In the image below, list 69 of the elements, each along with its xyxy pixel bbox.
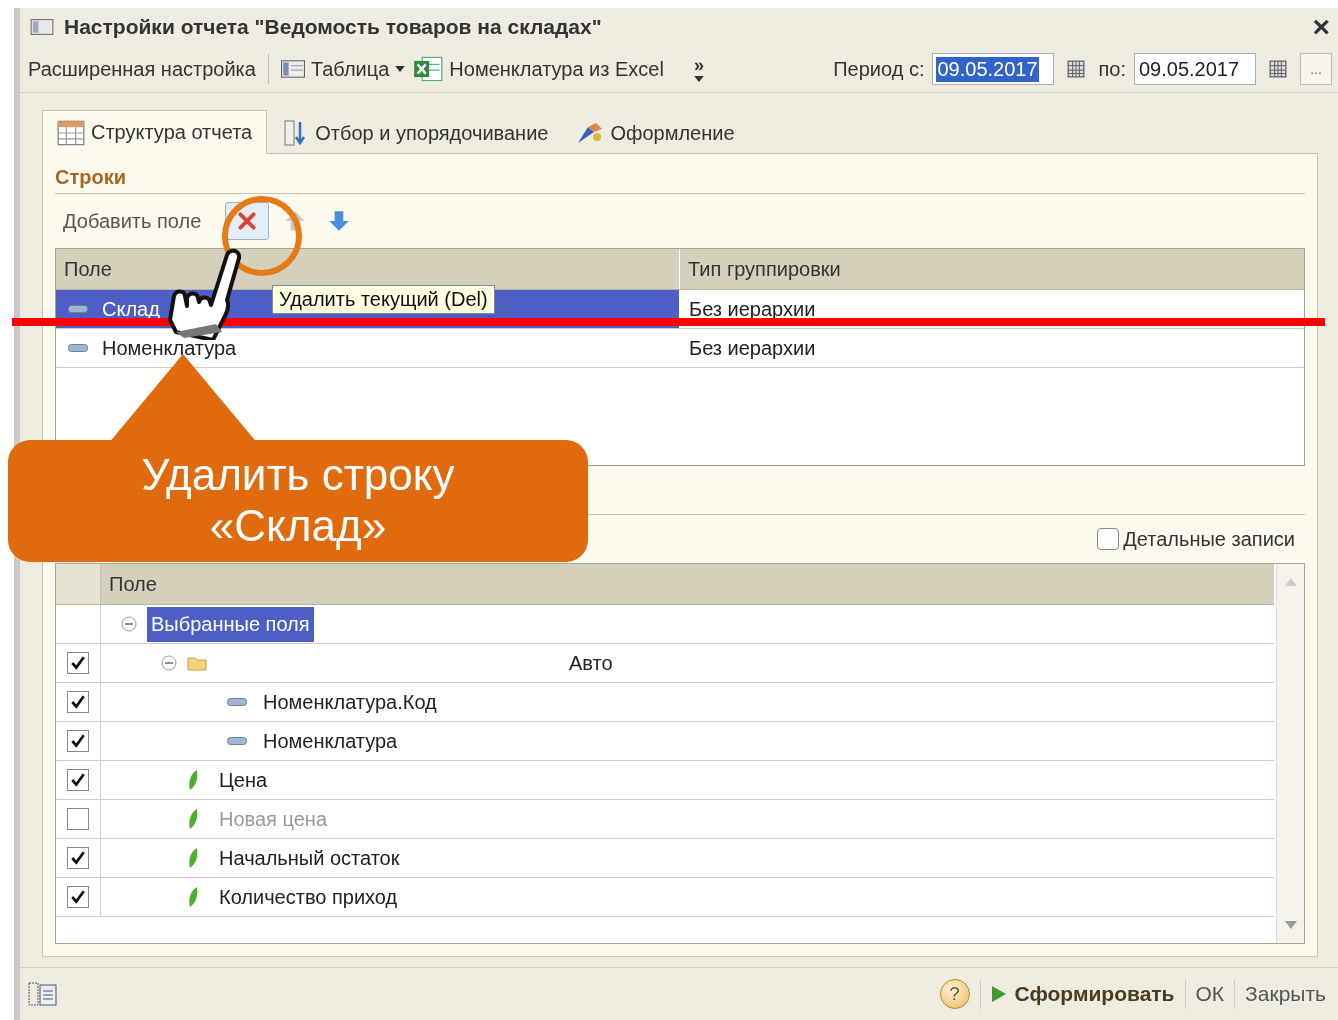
panel-icon[interactable] — [28, 982, 58, 1006]
column-header[interactable]: Тип группировки — [679, 249, 1304, 289]
scroll-down-icon[interactable] — [1284, 921, 1297, 929]
scrollbar[interactable] — [1276, 564, 1304, 943]
tab[interactable]: Отбор и упорядочивание — [267, 113, 563, 153]
tree-item[interactable]: Цена — [219, 768, 268, 792]
toolbar-button[interactable]: Расширенная настройка — [28, 57, 256, 81]
table-cell-text: Без иерархии — [688, 296, 817, 322]
table-cell: Склад — [102, 297, 160, 321]
field-icon — [227, 737, 247, 745]
more-button[interactable]: » — [693, 56, 704, 82]
group-value: Авто — [569, 651, 613, 674]
calendar-icon — [1067, 60, 1086, 78]
collapse-icon[interactable] — [121, 616, 137, 632]
close-button[interactable]: × — [1312, 12, 1330, 42]
table-icon — [280, 60, 305, 78]
checkbox[interactable] — [67, 652, 89, 674]
window-title: Настройки отчета "Ведомость товаров на складах" — [64, 15, 603, 39]
close-button[interactable]: Закрыть — [1245, 982, 1326, 1006]
run-button[interactable]: Сформировать — [990, 982, 1175, 1006]
date-value: 09.05.2017 — [1138, 56, 1241, 82]
column-header[interactable]: Поле — [101, 564, 157, 604]
tooltip: Удалить текущий (Del) — [272, 285, 495, 314]
tree-item[interactable]: Номенклатура.Код — [263, 690, 437, 714]
date-value: 09.05.2017 — [936, 56, 1039, 82]
period-from-label: Период с: — [833, 57, 925, 81]
play-icon — [990, 985, 1007, 1003]
tab[interactable]: Структура отчета — [42, 110, 268, 154]
caret-icon — [693, 76, 704, 82]
date-field[interactable]: 09.05.2017 — [1134, 53, 1256, 85]
table-icon — [57, 118, 85, 147]
field-icon — [68, 344, 88, 352]
checkbox[interactable] — [1097, 528, 1120, 550]
spreadsheet-icon — [413, 55, 444, 83]
checkbox[interactable] — [67, 847, 89, 869]
tree-item[interactable]: Начальный остаток — [219, 846, 400, 870]
checkbox[interactable] — [67, 808, 89, 830]
ok-button[interactable]: ОК — [1195, 982, 1225, 1006]
checkbox[interactable] — [67, 886, 89, 908]
leaf-icon — [187, 808, 199, 830]
leaf-icon — [187, 847, 199, 869]
period-to-label: по: — [1098, 57, 1126, 81]
leaf-icon — [187, 886, 199, 908]
tree-item[interactable]: Выбранные поля — [147, 606, 314, 642]
calendar-icon — [1269, 60, 1287, 78]
checkbox[interactable] — [67, 769, 89, 791]
field-icon — [68, 305, 88, 313]
close-icon — [236, 210, 259, 232]
folder-icon — [187, 655, 207, 671]
ellipsis-button[interactable]: ... — [1300, 53, 1332, 85]
help-button[interactable]: ? — [939, 979, 970, 1009]
tree-item[interactable]: Количество приход — [219, 885, 398, 909]
checkbox[interactable] — [67, 691, 89, 713]
date-field[interactable]: 09.05.2017 — [932, 53, 1055, 85]
checkbox[interactable] — [67, 730, 89, 752]
add-field-button[interactable]: Добавить поле — [63, 209, 202, 233]
details-checkbox[interactable]: Детальные записи — [1097, 527, 1295, 551]
table-cell-text: Без иерархии — [688, 335, 817, 361]
tab[interactable]: Оформление — [562, 113, 749, 153]
import-excel-button[interactable]: Номенклатура из Excel — [413, 55, 664, 83]
leaf-icon — [187, 769, 199, 791]
window-icon — [30, 19, 54, 35]
table-cell: Номенклатура — [102, 336, 237, 360]
caret-icon — [395, 66, 406, 72]
field-icon — [227, 698, 247, 706]
tree-item[interactable]: Номенклатура — [263, 729, 398, 753]
table-menu-button[interactable]: Таблица — [280, 57, 406, 81]
section-title: Строки — [55, 166, 126, 188]
collapse-icon[interactable] — [161, 655, 177, 671]
